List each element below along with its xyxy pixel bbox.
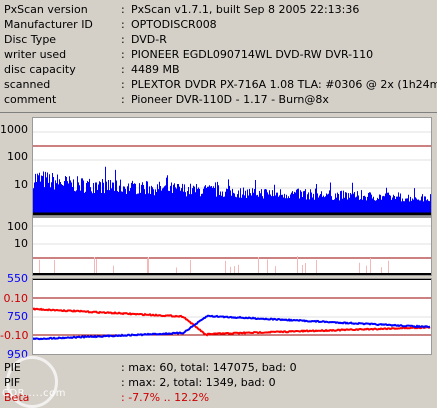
info-label: disc capacity [4, 63, 76, 76]
info-value: DVD-R [131, 33, 167, 46]
info-row-scanned: scanned : PLEXTOR DVDR PX-716A 1.08 TLA:… [0, 77, 437, 92]
info-value: Pioneer DVR-110D - 1.17 - Burn@8x [131, 93, 329, 106]
pif-tick-10: 10 [14, 237, 28, 250]
beta-tick-0.10: 0.10 [3, 292, 29, 305]
beta-blue-series [33, 314, 431, 341]
info-label: Manufacturer ID [4, 18, 93, 31]
info-colon: : [121, 93, 125, 106]
info-row-version: PxScan version : PxScan v1.7.1, built Se… [0, 2, 437, 17]
info-divider [0, 112, 437, 113]
legend-row-pie: PIE : max: 60, total: 147075, bad: 0 [0, 360, 437, 375]
info-label: Disc Type [4, 33, 57, 46]
beta-y-axis: 550 0.10 750 -0.10 950 [0, 270, 32, 360]
info-row-capacity: disc capacity : 4489 MB [0, 62, 437, 77]
pif-y-axis: 100 10 [0, 217, 32, 277]
info-row-disc-type: Disc Type : DVD-R [0, 32, 437, 47]
legend-beta-value: : -7.7% .. 12.2% [121, 391, 210, 404]
pif-graph [32, 217, 432, 276]
pxscan-window: PxScan version : PxScan v1.7.1, built Se… [0, 0, 437, 408]
beta-graph [32, 278, 432, 355]
beta-red-series [33, 307, 431, 337]
info-row-comment: comment : Pioneer DVR-110D - 1.17 - Burn… [0, 92, 437, 107]
info-value: OPTODISCR008 [131, 18, 217, 31]
pie-tick-100: 100 [7, 150, 28, 163]
info-label: PxScan version [4, 3, 88, 16]
info-value: 4489 MB [131, 63, 180, 76]
pie-tick-10: 10 [14, 178, 28, 191]
legend-pie-name: PIE [4, 361, 21, 374]
pie-tick-1000: 1000 [0, 123, 28, 136]
info-value: PLEXTOR DVDR PX-716A 1.08 TLA: #0306 @ 2… [131, 78, 437, 91]
info-colon: : [121, 3, 125, 16]
info-value: PIONEER EGDL090714WL DVD-RW DVR-110 [131, 48, 374, 61]
info-colon: : [121, 48, 125, 61]
pie-y-axis: 1000 100 10 [0, 117, 32, 217]
info-label: comment [4, 93, 57, 106]
disc-info-table: PxScan version : PxScan v1.7.1, built Se… [0, 0, 437, 113]
pie-plot [33, 131, 431, 216]
legend-pif-value: : max: 2, total: 1349, bad: 0 [121, 376, 276, 389]
beta-tick-550: 550 [7, 272, 28, 285]
pif-series [39, 256, 389, 274]
pie-series [33, 166, 431, 213]
stats-legend: PIE : max: 60, total: 147075, bad: 0 PIF… [0, 356, 437, 408]
info-value: PxScan v1.7.1, built Sep 8 2005 22:13:36 [131, 3, 360, 16]
info-colon: : [121, 78, 125, 91]
info-row-manufacturer: Manufacturer ID : OPTODISCR008 [0, 17, 437, 32]
pie-graph [32, 117, 432, 217]
info-colon: : [121, 18, 125, 31]
beta-tick-minus-0.10: -0.10 [0, 329, 29, 342]
legend-pie-value: : max: 60, total: 147075, bad: 0 [121, 361, 297, 374]
info-colon: : [121, 33, 125, 46]
beta-plot [33, 279, 431, 341]
info-row-writer: writer used : PIONEER EGDL090714WL DVD-R… [0, 47, 437, 62]
pif-tick-100: 100 [7, 220, 28, 233]
beta-tick-750: 750 [7, 310, 28, 323]
info-label: scanned [4, 78, 51, 91]
pif-plot [33, 225, 431, 275]
watermark-text: CDR.....com [2, 388, 67, 399]
info-label: writer used [4, 48, 67, 61]
info-colon: : [121, 63, 125, 76]
